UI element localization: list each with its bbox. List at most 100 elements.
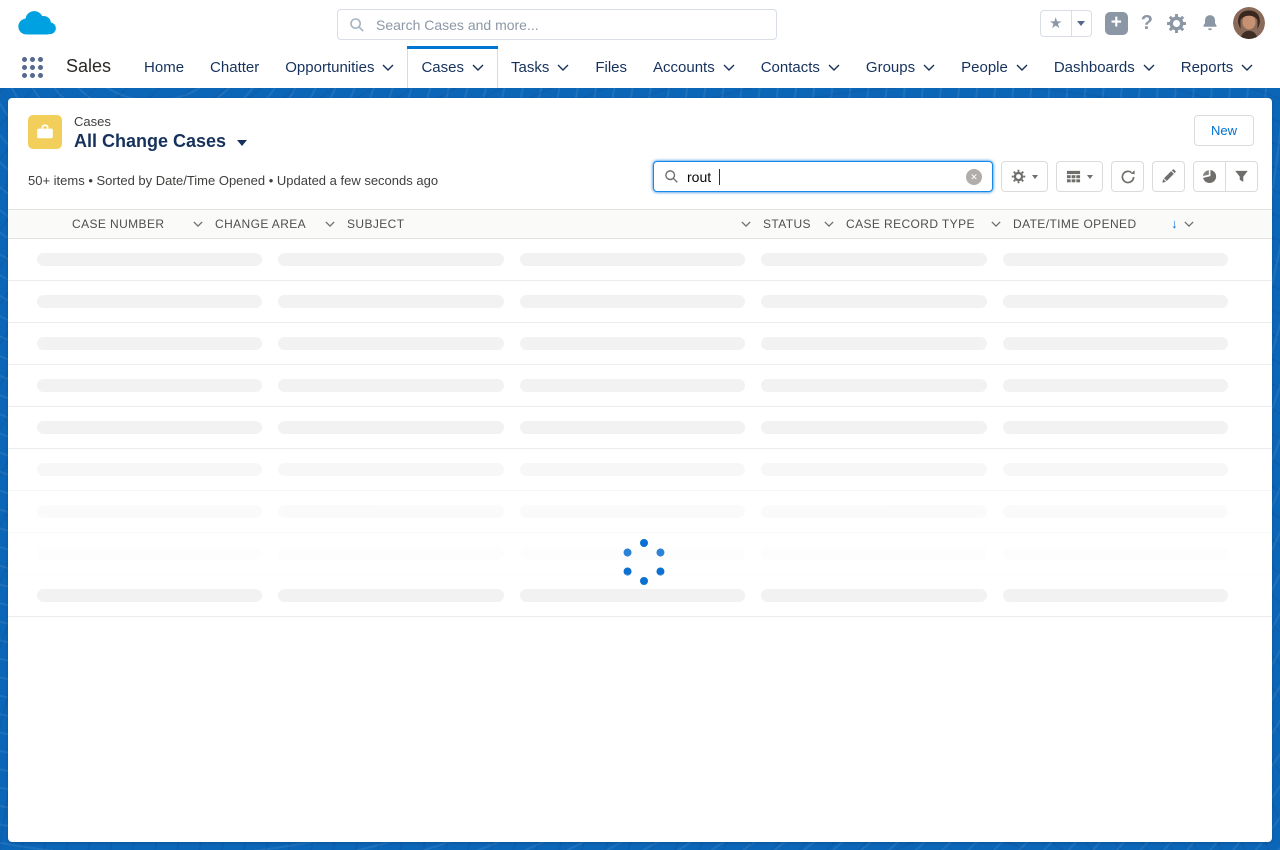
skeleton-bar bbox=[37, 505, 262, 518]
table-row-skeleton bbox=[8, 239, 1272, 281]
filter-funnel-icon bbox=[1234, 169, 1249, 184]
skeleton-bar bbox=[761, 253, 986, 266]
tab-home[interactable]: Home bbox=[131, 46, 197, 88]
column-header-case-number[interactable]: CASE NUMBER bbox=[72, 217, 215, 231]
skeleton-bar bbox=[520, 337, 745, 350]
entity-label: Cases bbox=[74, 115, 247, 130]
list-controls: rout ✕ bbox=[653, 161, 1258, 192]
skeleton-bar bbox=[1003, 379, 1228, 392]
list-view-card: Cases All Change Cases New 50+ items • S… bbox=[8, 98, 1272, 842]
skeleton-bar bbox=[37, 463, 262, 476]
skeleton-bar bbox=[1003, 337, 1228, 350]
global-search-input[interactable] bbox=[374, 16, 765, 34]
global-header: ★ + ? bbox=[0, 0, 1280, 46]
favorites-star-icon[interactable]: ★ bbox=[1041, 11, 1072, 36]
tab-dashboards[interactable]: Dashboards bbox=[1041, 46, 1168, 88]
table-row-skeleton bbox=[8, 491, 1272, 533]
edit-button[interactable] bbox=[1152, 161, 1185, 192]
tab-reports[interactable]: Reports bbox=[1168, 46, 1267, 88]
skeleton-bar bbox=[761, 589, 986, 602]
column-header-change-area[interactable]: CHANGE AREA bbox=[215, 217, 347, 231]
skeleton-bar bbox=[37, 421, 262, 434]
chevron-down-icon bbox=[472, 64, 484, 71]
tab-cases[interactable]: Cases bbox=[407, 46, 498, 88]
table-header-row: CASE NUMBER CHANGE AREA SUBJECT STATUS C… bbox=[8, 209, 1272, 239]
list-view-header: Cases All Change Cases New bbox=[8, 98, 1272, 152]
table-row-skeleton bbox=[8, 449, 1272, 491]
list-search-input[interactable]: rout ✕ bbox=[653, 161, 993, 192]
skeleton-bar bbox=[761, 505, 986, 518]
tab-groups[interactable]: Groups bbox=[853, 46, 948, 88]
search-query-text: rout bbox=[687, 169, 711, 185]
tab-more[interactable]: More bbox=[1266, 46, 1280, 88]
skeleton-bar bbox=[761, 295, 986, 308]
skeleton-bar bbox=[37, 337, 262, 350]
list-view-selector[interactable]: All Change Cases bbox=[74, 132, 247, 152]
app-launcher-icon[interactable] bbox=[22, 57, 43, 78]
table-icon bbox=[1066, 169, 1081, 184]
view-dropdown-icon bbox=[237, 140, 247, 146]
favorites-dropdown-icon[interactable] bbox=[1072, 11, 1091, 36]
notifications-bell-icon[interactable] bbox=[1200, 13, 1220, 33]
chevron-down-icon[interactable] bbox=[193, 221, 203, 227]
skeleton-bar bbox=[1003, 463, 1228, 476]
skeleton-bar bbox=[1003, 589, 1228, 602]
tab-tasks[interactable]: Tasks bbox=[498, 46, 582, 88]
tab-opportunities[interactable]: Opportunities bbox=[272, 46, 407, 88]
tab-people[interactable]: People bbox=[948, 46, 1041, 88]
chevron-down-icon[interactable] bbox=[741, 221, 751, 227]
chevron-down-icon[interactable] bbox=[1184, 221, 1194, 227]
clear-search-icon[interactable]: ✕ bbox=[966, 169, 982, 185]
filters-button[interactable] bbox=[1225, 161, 1258, 192]
user-avatar[interactable] bbox=[1233, 7, 1265, 39]
skeleton-bar bbox=[761, 379, 986, 392]
skeleton-bar bbox=[1003, 421, 1228, 434]
refresh-icon bbox=[1120, 169, 1136, 185]
refresh-button[interactable] bbox=[1111, 161, 1144, 192]
column-header-status[interactable]: STATUS bbox=[763, 217, 846, 231]
tab-accounts[interactable]: Accounts bbox=[640, 46, 748, 88]
skeleton-bar bbox=[278, 589, 503, 602]
table-row-skeleton bbox=[8, 407, 1272, 449]
search-icon bbox=[349, 17, 365, 33]
skeleton-bar bbox=[37, 295, 262, 308]
skeleton-bar bbox=[761, 547, 986, 560]
cases-entity-icon bbox=[28, 115, 62, 149]
skeleton-bar bbox=[278, 337, 503, 350]
chevron-down-icon bbox=[1087, 175, 1093, 179]
column-header-date-time-opened[interactable]: DATE/TIME OPENED ↓ bbox=[1013, 216, 1206, 231]
skeleton-bar bbox=[278, 253, 503, 266]
skeleton-bar bbox=[1003, 505, 1228, 518]
skeleton-bar bbox=[278, 295, 503, 308]
tab-files[interactable]: Files bbox=[582, 46, 640, 88]
tab-contacts[interactable]: Contacts bbox=[748, 46, 853, 88]
gear-icon bbox=[1011, 169, 1026, 184]
display-as-button[interactable] bbox=[1056, 161, 1103, 192]
skeleton-bar bbox=[520, 463, 745, 476]
column-header-subject[interactable]: SUBJECT bbox=[347, 217, 763, 231]
text-cursor bbox=[719, 169, 720, 185]
chevron-down-icon[interactable] bbox=[824, 221, 834, 227]
list-view-controls-button[interactable] bbox=[1001, 161, 1048, 192]
pie-chart-icon bbox=[1202, 169, 1217, 184]
column-header-case-record-type[interactable]: CASE RECORD TYPE bbox=[846, 217, 1013, 231]
new-button[interactable]: New bbox=[1194, 115, 1254, 146]
chevron-down-icon[interactable] bbox=[325, 221, 335, 227]
chevron-down-icon bbox=[828, 64, 840, 71]
global-search[interactable] bbox=[337, 9, 777, 40]
page-title: All Change Cases bbox=[74, 132, 226, 152]
charts-button[interactable] bbox=[1193, 161, 1226, 192]
skeleton-bar bbox=[761, 421, 986, 434]
skeleton-bar bbox=[37, 547, 262, 560]
tab-chatter[interactable]: Chatter bbox=[197, 46, 272, 88]
chevron-down-icon bbox=[382, 64, 394, 71]
help-icon[interactable]: ? bbox=[1141, 12, 1153, 35]
global-add-icon[interactable]: + bbox=[1105, 12, 1128, 35]
pencil-icon bbox=[1161, 169, 1176, 184]
setup-gear-icon[interactable] bbox=[1166, 13, 1187, 34]
chart-filter-group bbox=[1193, 161, 1258, 192]
chevron-down-icon bbox=[923, 64, 935, 71]
skeleton-bar bbox=[761, 337, 986, 350]
skeleton-bar bbox=[520, 547, 745, 560]
chevron-down-icon[interactable] bbox=[991, 221, 1001, 227]
